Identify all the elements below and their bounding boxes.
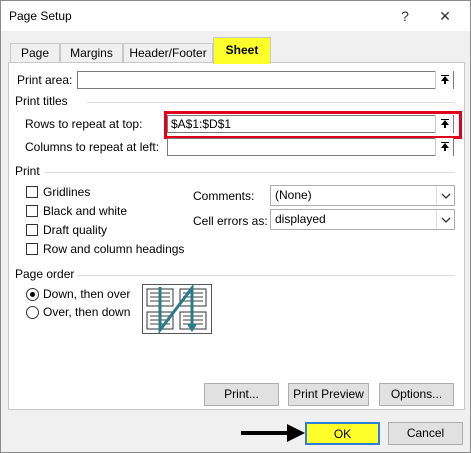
- print-preview-button-label: Print Preview: [293, 387, 364, 401]
- page-order-heading: Page order: [15, 267, 75, 281]
- comments-label: Comments:: [193, 189, 255, 203]
- draft-quality-label: Draft quality: [43, 223, 108, 237]
- rows-repeat-label: Rows to repeat at top:: [25, 117, 143, 131]
- red-highlight-box: [164, 111, 462, 139]
- title-bar: Page Setup ? ✕: [1, 1, 470, 31]
- comments-select[interactable]: (None): [270, 185, 455, 206]
- collapse-icon: [440, 75, 449, 84]
- black-white-checkbox[interactable]: [26, 205, 38, 217]
- chevron-down-icon: [436, 210, 454, 229]
- down-then-over-radio[interactable]: [26, 288, 39, 301]
- print-area-collapse-button[interactable]: [435, 71, 453, 89]
- cell-errors-label: Cell errors as:: [193, 214, 268, 228]
- collapse-icon: [440, 142, 449, 151]
- print-titles-heading: Print titles: [15, 94, 68, 108]
- comments-value: (None): [275, 188, 312, 202]
- black-white-label: Black and white: [43, 204, 128, 218]
- cols-repeat-input[interactable]: [167, 138, 454, 156]
- ok-button-label: OK: [333, 427, 352, 441]
- tab-sheet-label: Sheet: [225, 43, 259, 57]
- cancel-button-label: Cancel: [406, 426, 445, 440]
- chevron-down-icon: [436, 186, 454, 205]
- over-then-down-radio[interactable]: [26, 306, 39, 319]
- cell-errors-select[interactable]: displayed: [270, 209, 455, 230]
- tab-page[interactable]: Page: [10, 43, 60, 63]
- tab-header-footer-label: Header/Footer: [129, 46, 207, 60]
- row-col-headings-label: Row and column headings: [43, 242, 185, 256]
- over-then-down-label: Over, then down: [43, 305, 131, 319]
- cancel-button[interactable]: Cancel: [388, 422, 463, 445]
- print-area-label: Print area:: [17, 73, 73, 87]
- page-order-divider: [77, 275, 455, 276]
- print-area-input[interactable]: [77, 71, 454, 89]
- print-titles-divider: [87, 102, 455, 103]
- options-button-label: Options...: [390, 387, 443, 401]
- options-button[interactable]: Options...: [379, 383, 454, 406]
- page-order-preview-icon: [142, 284, 212, 334]
- close-button[interactable]: ✕: [431, 4, 459, 28]
- help-button[interactable]: ?: [391, 4, 419, 28]
- down-then-over-label: Down, then over: [43, 287, 131, 301]
- cols-repeat-label: Columns to repeat at left:: [25, 140, 160, 154]
- draft-quality-checkbox[interactable]: [26, 224, 38, 236]
- dialog-title: Page Setup: [9, 9, 72, 23]
- arrow-right-icon: [241, 424, 305, 442]
- print-button-label: Print...: [224, 387, 259, 401]
- print-heading: Print: [15, 164, 40, 178]
- gridlines-checkbox[interactable]: [26, 186, 38, 198]
- tab-margins[interactable]: Margins: [60, 43, 123, 63]
- cell-errors-value: displayed: [275, 212, 326, 226]
- tab-sheet[interactable]: Sheet: [213, 37, 271, 64]
- page-setup-dialog: Page Setup ? ✕ Page Margins Header/Foote…: [0, 0, 471, 453]
- cols-repeat-collapse-button[interactable]: [435, 138, 453, 156]
- tab-page-label: Page: [20, 46, 50, 60]
- tab-header-footer[interactable]: Header/Footer: [123, 43, 213, 63]
- print-button[interactable]: Print...: [204, 383, 279, 406]
- print-divider: [45, 172, 455, 173]
- ok-button[interactable]: OK: [305, 422, 380, 445]
- gridlines-label: Gridlines: [43, 185, 91, 199]
- tab-margins-label: Margins: [70, 46, 113, 60]
- row-col-headings-checkbox[interactable]: [26, 243, 38, 255]
- print-preview-button[interactable]: Print Preview: [288, 383, 369, 406]
